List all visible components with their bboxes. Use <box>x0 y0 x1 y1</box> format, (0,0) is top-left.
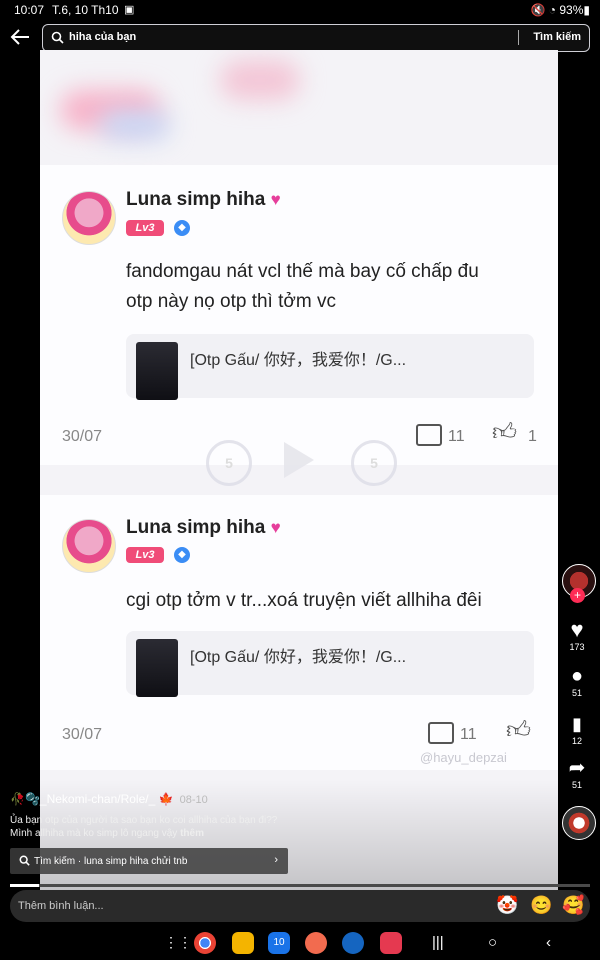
comment-text-line: otp này nọ otp thì tởm vc <box>126 291 336 312</box>
comment-count: 11 <box>460 726 477 743</box>
search-input[interactable]: hiha của bạn <box>69 31 136 43</box>
author-emoji-icon: 🥀🫧 <box>10 792 40 806</box>
quoted-story-title: [Otp Gấu/ 你好，我爱你！/G... <box>190 649 407 666</box>
comment-card: Luna simp hiha ♥ Lv3 ◆ cgi otp tởm v tr.… <box>40 495 558 770</box>
heart-icon: ♥ <box>570 617 584 642</box>
like-count: 1 <box>528 428 537 445</box>
recents-icon[interactable]: ||| <box>432 934 444 951</box>
username-text: Luna simp hiha <box>126 517 266 538</box>
smile-emoji-icon[interactable]: 😊 <box>530 895 552 916</box>
thumbs-up-icon: 👍︎ <box>492 419 518 446</box>
gallery-icon: ▣ <box>124 4 135 16</box>
watermark: @hayu_depzai <box>420 750 507 765</box>
search-suggestion[interactable]: Tìm kiếm · luna simp hiha chửi tnb › <box>10 848 288 874</box>
saves-count: 12 <box>571 736 582 746</box>
avatar <box>62 519 116 573</box>
shares-count: 51 <box>571 780 582 790</box>
description-text: Ủa bạn otp của người ta sao bạn ko coi a… <box>10 815 278 839</box>
heart-icon: ♥ <box>270 190 281 209</box>
comment-count: 11 <box>448 428 465 445</box>
comment-card: Luna simp hiha ♥ Lv3 ◆ fandomgau nát vcl… <box>40 165 558 465</box>
share-arrow-icon: ➦ <box>568 757 586 779</box>
comment-icon <box>416 424 442 446</box>
story-thumbnail <box>136 639 178 697</box>
story-thumbnail <box>136 342 178 400</box>
comment-icon <box>428 722 454 744</box>
like-count: 173 <box>569 642 585 652</box>
messages-icon[interactable] <box>342 932 364 954</box>
share-button[interactable]: ➦ 51 <box>560 756 594 790</box>
contacts-icon[interactable] <box>305 932 327 954</box>
back-button[interactable] <box>10 28 34 50</box>
comment-input[interactable]: Thêm bình luận... 🤡 😊 🥰 <box>10 890 590 922</box>
like-button[interactable]: ♥ 173 <box>560 617 594 653</box>
play-icon[interactable] <box>284 442 314 478</box>
comments-button[interactable]: ● 51 <box>560 664 594 698</box>
quoted-story: [Otp Gấu/ 你好，我爱你！/G... <box>126 631 534 697</box>
comment-username: Luna simp hiha ♥ <box>126 517 281 539</box>
maple-leaf-icon: 🍁 <box>158 792 174 806</box>
search-icon <box>51 31 64 44</box>
comment-text: cgi otp tởm v tr...xoá truyện viết allhi… <box>126 586 482 616</box>
camera-icon[interactable] <box>380 932 402 954</box>
video-progress-bar[interactable] <box>10 884 590 887</box>
comment-text-line: fandomgau nát vcl thế mà bay cố chấp đu <box>126 261 479 282</box>
bookmark-icon: ▮ <box>572 714 582 734</box>
arrow-left-icon <box>10 29 29 45</box>
post-author[interactable]: 🥀🫧_Nekomi-chan/Role/_ 🍁 08-10 <box>10 792 208 806</box>
verified-icon: ◆ <box>174 547 190 563</box>
battery-level: 93% <box>559 3 584 17</box>
username-text: Luna simp hiha <box>126 189 266 210</box>
chevron-right-icon: › <box>274 854 278 866</box>
comments-count: 51 <box>571 688 582 698</box>
search-button[interactable]: Tìm kiếm <box>533 31 581 43</box>
comment-username: Luna simp hiha ♥ <box>126 189 281 211</box>
author-name: _Nekomi-chan/Role/_ <box>39 792 156 806</box>
calendar-icon[interactable]: 10 <box>268 932 290 954</box>
heart-eyes-emoji-icon[interactable]: 🥰 <box>562 895 584 916</box>
more-link[interactable]: thêm <box>180 828 204 839</box>
status-date: T.6, 10 Th10 <box>52 3 119 17</box>
search-bar[interactable]: hiha của bạn Tìm kiếm <box>42 24 590 52</box>
music-disc-icon[interactable] <box>562 806 596 840</box>
comment-text-line: cgi otp tởm v tr...xoá truyện viết allhi… <box>126 590 482 611</box>
level-badge: Lv3 <box>126 220 164 236</box>
search-icon <box>19 855 30 866</box>
comment-bubble-icon: ● <box>570 665 584 687</box>
rewind-5-icon[interactable]: 5 <box>206 440 252 486</box>
folder-icon[interactable] <box>232 932 254 954</box>
back-nav-icon[interactable]: ‹ <box>546 934 551 951</box>
home-icon[interactable]: ○ <box>488 934 497 951</box>
status-time: 10:07 <box>14 3 45 17</box>
quoted-story: [Otp Gấu/ 你好，我爱你！/G... <box>126 334 534 400</box>
comment-date: 30/07 <box>62 726 103 743</box>
forward-5-icon[interactable]: 5 <box>351 440 397 486</box>
blurred-shape <box>220 60 300 100</box>
save-button[interactable]: ▮ 12 <box>560 712 594 746</box>
comment-text: fandomgau nát vcl thế mà bay cố chấp đu … <box>126 257 479 317</box>
post-date: 08-10 <box>179 794 208 806</box>
chrome-icon[interactable] <box>194 932 216 954</box>
comment-date: 30/07 <box>62 428 103 445</box>
clown-emoji-icon[interactable]: 🤡 <box>496 895 518 916</box>
search-suggestion-text: Tìm kiếm · luna simp hiha chửi tnb <box>34 856 188 867</box>
verified-icon: ◆ <box>174 220 190 236</box>
follow-plus-icon[interactable]: + <box>570 588 585 603</box>
progress-fill <box>10 884 39 887</box>
comment-placeholder: Thêm bình luận... <box>18 900 104 912</box>
blurred-shape <box>100 110 170 140</box>
avatar <box>62 191 116 245</box>
status-right: 🔇 ◔ 93%▮ <box>530 3 591 17</box>
heart-icon: ♥ <box>270 518 281 537</box>
video-frame[interactable]: Luna simp hiha ♥ Lv3 ◆ fandomgau nát vcl… <box>40 50 558 920</box>
thumbs-up-icon: 👍︎ <box>506 717 532 744</box>
level-badge: Lv3 <box>126 547 164 563</box>
quoted-story-title: [Otp Gấu/ 你好，我爱你！/G... <box>190 352 407 369</box>
status-bar: 10:07 T.6, 10 Th10 ▣ 🔇 ◔ 93%▮ <box>0 0 600 20</box>
post-description: Ủa bạn otp của người ta sao bạn ko coi a… <box>10 814 290 840</box>
search-divider <box>518 30 519 45</box>
